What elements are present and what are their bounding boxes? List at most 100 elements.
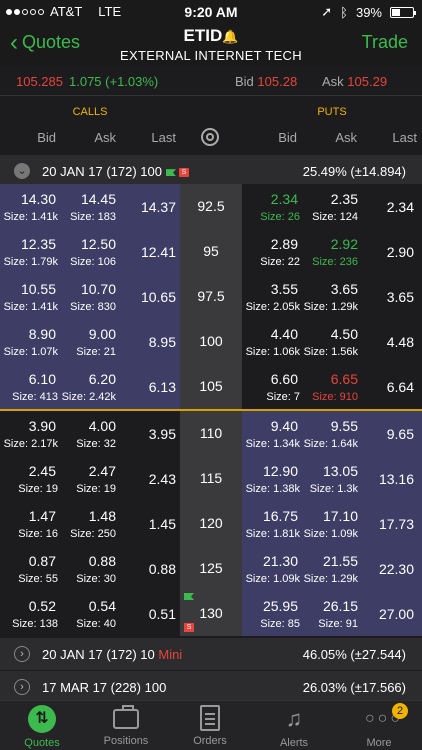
put-bid[interactable]: 3.55 bbox=[271, 281, 298, 297]
trade-button[interactable]: Trade bbox=[362, 32, 408, 53]
put-ask-size: Size: 124 bbox=[312, 211, 358, 223]
put-ask[interactable]: 4.50 bbox=[331, 326, 358, 342]
tab-more[interactable]: ○○○ 2 More bbox=[336, 701, 422, 750]
call-bid[interactable]: 8.90 bbox=[29, 326, 56, 342]
put-bid[interactable]: 21.30 bbox=[263, 553, 298, 569]
call-ask[interactable]: 1.48 bbox=[89, 508, 116, 524]
call-ask[interactable]: 6.20 bbox=[89, 371, 116, 387]
call-ask[interactable]: 4.00 bbox=[89, 418, 116, 434]
chain-row[interactable]: 8.90 Size: 1.07k 9.00 Size: 21 8.95 100 4.40 Si… bbox=[0, 319, 422, 364]
chain-row[interactable]: 2.45 Size: 19 2.47 Size: 19 2.43 115 12.90 Size… bbox=[0, 456, 422, 501]
chevron-down-icon[interactable]: ⌄ bbox=[14, 163, 30, 179]
put-ask[interactable]: 13.05 bbox=[323, 463, 358, 479]
call-cell[interactable]: 6.10 Size: 413 6.20 Size: 2.42k 6.13 bbox=[0, 364, 180, 409]
put-ask[interactable]: 6.65 bbox=[331, 371, 358, 387]
chain-row[interactable]: 0.87 Size: 55 0.88 Size: 30 0.88 125 21.30 Size… bbox=[0, 546, 422, 591]
tab-positions[interactable]: Positions bbox=[84, 701, 168, 750]
call-ask[interactable]: 0.88 bbox=[89, 553, 116, 569]
call-cell[interactable]: 0.52 Size: 138 0.54 Size: 40 0.51 bbox=[0, 591, 180, 636]
call-bid[interactable]: 0.52 bbox=[29, 598, 56, 614]
flag-icon bbox=[184, 593, 194, 600]
call-ask[interactable]: 10.70 bbox=[81, 281, 116, 297]
tab-label: Positions bbox=[103, 735, 149, 747]
put-bid[interactable]: 16.75 bbox=[263, 508, 298, 524]
put-ask[interactable]: 26.15 bbox=[323, 598, 358, 614]
call-ask[interactable]: 14.45 bbox=[81, 191, 116, 207]
call-ask[interactable]: 2.47 bbox=[89, 463, 116, 479]
chain-row[interactable]: 3.90 Size: 2.17k 4.00 Size: 32 3.95 110 9.40 Si… bbox=[0, 411, 422, 456]
call-cell[interactable]: 0.87 Size: 55 0.88 Size: 30 0.88 bbox=[0, 546, 180, 591]
chevron-right-icon[interactable]: › bbox=[14, 646, 30, 662]
put-bid-size: Size: 22 bbox=[260, 256, 300, 268]
put-cell[interactable]: 2.34 Size: 26 2.35 Size: 124 2.34 bbox=[242, 184, 422, 229]
put-ask[interactable]: 17.10 bbox=[323, 508, 358, 524]
expiry-row[interactable]: ⌄ 20 JAN 17 (172) 100 S 25.49% (±14.894) bbox=[0, 155, 422, 187]
call-bid[interactable]: 6.10 bbox=[29, 371, 56, 387]
chain-row[interactable]: 12.35 Size: 1.79k 12.50 Size: 106 12.41 95 2.8… bbox=[0, 229, 422, 274]
call-bid[interactable]: 3.90 bbox=[29, 418, 56, 434]
gear-icon[interactable] bbox=[201, 128, 219, 146]
tab-alerts[interactable]: ♫ Alerts bbox=[252, 701, 336, 750]
chain-row[interactable]: 0.52 Size: 138 0.54 Size: 40 0.51 S 130 25.95 Si… bbox=[0, 591, 422, 636]
call-bid[interactable]: 10.55 bbox=[21, 281, 56, 297]
chain-row[interactable]: 14.30 Size: 1.41k 14.45 Size: 183 14.37 92.5 2… bbox=[0, 184, 422, 229]
put-ask-size: Size: 1.64k bbox=[303, 438, 358, 450]
call-cell[interactable]: 3.90 Size: 2.17k 4.00 Size: 32 3.95 bbox=[0, 411, 180, 456]
notification-badge: 2 bbox=[392, 703, 408, 719]
call-bid[interactable]: 14.30 bbox=[21, 191, 56, 207]
put-cell[interactable]: 25.95 Size: 85 26.15 Size: 91 27.00 bbox=[242, 591, 422, 636]
chain-row[interactable]: 6.10 Size: 413 6.20 Size: 2.42k 6.13 105 6.60 S… bbox=[0, 364, 422, 409]
put-cell[interactable]: 9.40 Size: 1.34k 9.55 Size: 1.64k 9.65 bbox=[242, 411, 422, 456]
call-cell[interactable]: 14.30 Size: 1.41k 14.45 Size: 183 14.37 bbox=[0, 184, 180, 229]
calls-header: CALLS bbox=[72, 106, 108, 118]
put-cell[interactable]: 6.60 Size: 7 6.65 Size: 910 6.64 bbox=[242, 364, 422, 409]
put-cell[interactable]: 3.55 Size: 2.05k 3.65 Size: 1.29k 3.65 bbox=[242, 274, 422, 319]
put-ask[interactable]: 21.55 bbox=[323, 553, 358, 569]
call-cell[interactable]: 12.35 Size: 1.79k 12.50 Size: 106 12.41 bbox=[0, 229, 180, 274]
chain-row[interactable]: 10.55 Size: 1.41k 10.70 Size: 830 10.65 97.5 3… bbox=[0, 274, 422, 319]
put-bid-size: Size: 7 bbox=[266, 391, 300, 403]
put-bid[interactable]: 6.60 bbox=[271, 371, 298, 387]
put-bid[interactable]: 4.40 bbox=[271, 326, 298, 342]
put-bid[interactable]: 2.89 bbox=[271, 236, 298, 252]
call-bid-size: Size: 19 bbox=[18, 483, 58, 495]
call-cell[interactable]: 8.90 Size: 1.07k 9.00 Size: 21 8.95 bbox=[0, 319, 180, 364]
chain-row[interactable]: 1.47 Size: 16 1.48 Size: 250 1.45 120 16.75 Siz… bbox=[0, 501, 422, 546]
company-name: EXTERNAL INTERNET TECH bbox=[120, 48, 302, 63]
call-cell[interactable]: 1.47 Size: 16 1.48 Size: 250 1.45 bbox=[0, 501, 180, 546]
tab-orders[interactable]: Orders bbox=[168, 701, 252, 750]
call-bid[interactable]: 0.87 bbox=[29, 553, 56, 569]
put-cell[interactable]: 2.89 Size: 22 2.92 Size: 236 2.90 bbox=[242, 229, 422, 274]
expiry-row[interactable]: › 20 JAN 17 (172) 10 Mini 46.05% (±27.54… bbox=[0, 638, 422, 670]
tab-quotes[interactable]: ⇅ Quotes bbox=[0, 701, 84, 750]
call-ask[interactable]: 0.54 bbox=[89, 598, 116, 614]
call-bid[interactable]: 12.35 bbox=[21, 236, 56, 252]
tab-label: Quotes bbox=[24, 737, 60, 749]
put-last: 27.00 bbox=[378, 606, 414, 622]
call-ask[interactable]: 12.50 bbox=[81, 236, 116, 252]
put-cell[interactable]: 4.40 Size: 1.06k 4.50 Size: 1.56k 4.48 bbox=[242, 319, 422, 364]
call-cell[interactable]: 2.45 Size: 19 2.47 Size: 19 2.43 bbox=[0, 456, 180, 501]
put-bid[interactable]: 12.90 bbox=[263, 463, 298, 479]
expiry-row[interactable]: › 17 MAR 17 (228) 100 26.03% (±17.566) bbox=[0, 671, 422, 700]
call-cell[interactable]: 10.55 Size: 1.41k 10.70 Size: 830 10.65 bbox=[0, 274, 180, 319]
put-bid[interactable]: 25.95 bbox=[263, 598, 298, 614]
put-cell[interactable]: 21.30 Size: 1.09k 21.55 Size: 1.29k 22.30 bbox=[242, 546, 422, 591]
call-ask[interactable]: 9.00 bbox=[89, 326, 116, 342]
call-bid[interactable]: 2.45 bbox=[29, 463, 56, 479]
put-ask-size: Size: 1.56k bbox=[303, 346, 358, 358]
bell-icon[interactable]: 🔔 bbox=[222, 29, 238, 44]
call-bid[interactable]: 1.47 bbox=[29, 508, 56, 524]
put-bid[interactable]: 9.40 bbox=[271, 418, 298, 434]
call-ask-size: Size: 830 bbox=[70, 301, 116, 313]
put-ask[interactable]: 9.55 bbox=[331, 418, 358, 434]
put-bid[interactable]: 2.34 bbox=[271, 191, 298, 207]
put-ask[interactable]: 2.35 bbox=[331, 191, 358, 207]
calls-ask-header: Ask bbox=[94, 130, 116, 145]
chevron-right-icon[interactable]: › bbox=[14, 679, 30, 695]
symbol-title[interactable]: ETID bbox=[184, 26, 223, 45]
put-cell[interactable]: 16.75 Size: 1.81k 17.10 Size: 1.09k 17.73 bbox=[242, 501, 422, 546]
put-ask[interactable]: 2.92 bbox=[331, 236, 358, 252]
put-cell[interactable]: 12.90 Size: 1.38k 13.05 Size: 1.3k 13.16 bbox=[242, 456, 422, 501]
put-ask[interactable]: 3.65 bbox=[331, 281, 358, 297]
